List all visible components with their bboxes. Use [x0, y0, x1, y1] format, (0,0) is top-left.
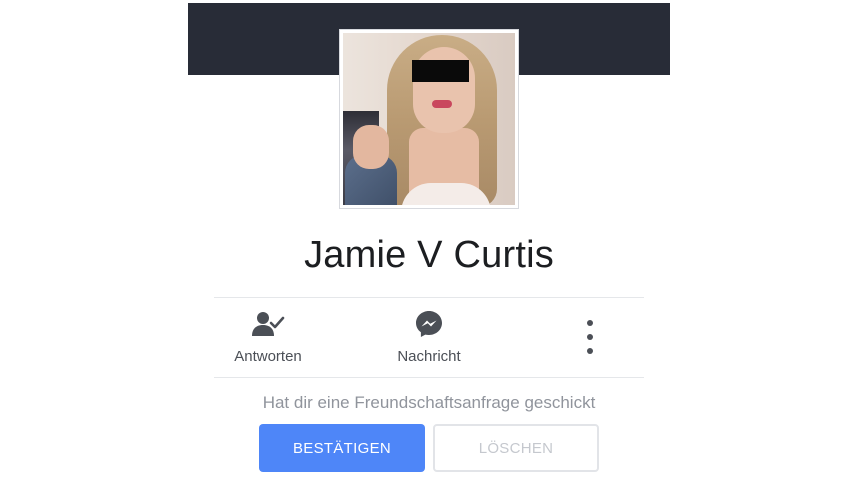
friend-request-text: Hat dir eine Freundschaftsanfrage geschi…: [262, 393, 596, 412]
more-vertical-icon[interactable]: [578, 320, 602, 354]
censor-bar: [412, 60, 469, 82]
friend-request-card: Jamie V Curtis Antworten Nachricht Hat d…: [0, 0, 858, 483]
message-label: Nachricht: [397, 348, 461, 365]
divider-bottom: [214, 377, 644, 378]
person-check-icon: [198, 308, 338, 340]
divider-top: [214, 297, 644, 298]
confirm-button[interactable]: BESTÄTIGEN: [259, 424, 425, 472]
messenger-icon: [359, 308, 499, 340]
profile-photo-image: [343, 33, 515, 205]
reply-button[interactable]: Antworten: [198, 308, 338, 365]
message-button[interactable]: Nachricht: [359, 308, 499, 365]
delete-button[interactable]: LÖSCHEN: [433, 424, 599, 472]
reply-label: Antworten: [234, 348, 302, 365]
profile-picture[interactable]: [339, 29, 519, 209]
profile-name: Jamie V Curtis: [304, 234, 554, 276]
